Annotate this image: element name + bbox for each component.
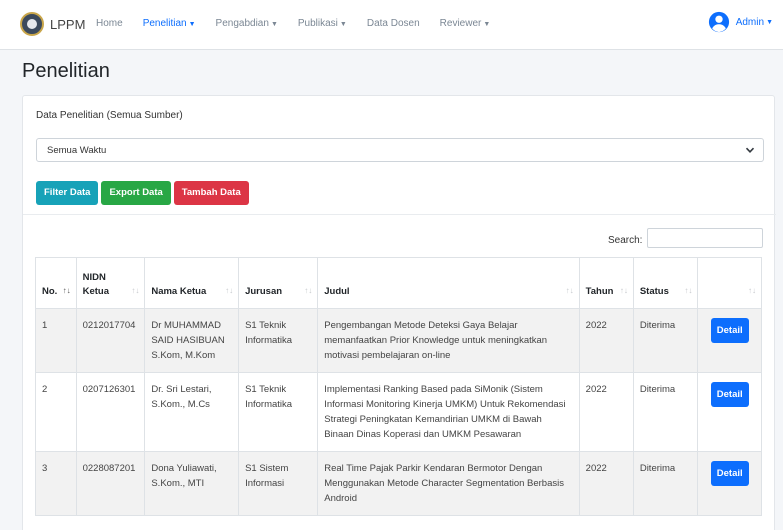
- cell-no: 3: [35, 451, 77, 516]
- nav-item-publikasi[interactable]: Publikasi ▼: [298, 18, 347, 29]
- export-data-button[interactable]: Export Data: [101, 181, 171, 205]
- search-input[interactable]: [647, 228, 763, 248]
- sort-icon: ↑↓: [225, 286, 234, 295]
- sort-icon: ↑↓: [684, 286, 693, 295]
- cell-action: Detail: [697, 308, 762, 373]
- sort-icon: ↑↓: [304, 286, 313, 295]
- caret-down-icon: ▼: [339, 21, 347, 28]
- cell-nidn: 0207126301: [75, 372, 146, 452]
- nav-item-data-dosen[interactable]: Data Dosen: [367, 18, 420, 29]
- cell-nidn: 0228087201: [75, 451, 146, 516]
- cell-jurusan: S1 Sistem Informasi: [238, 451, 319, 516]
- cell-nama: Dr. Sri Lestari, S.Kom., M.Cs: [144, 372, 240, 452]
- nav-item-home[interactable]: Home: [96, 18, 123, 29]
- col-header-action[interactable]: ↑↓: [697, 257, 762, 309]
- col-header-no[interactable]: No. ↑↓: [35, 257, 77, 309]
- cell-status: Diterima: [632, 451, 699, 516]
- sort-icon: ↑↓: [619, 286, 628, 295]
- user-menu[interactable]: Admin ▼: [708, 11, 773, 33]
- cell-jurusan: S1 Teknik Informatika: [238, 372, 319, 452]
- main-nav: Home Penelitian ▼ Pengabdian ▼ Publikasi ▼ …: [96, 18, 510, 29]
- user-name: Admin: [735, 16, 765, 28]
- col-header-jurusan[interactable]: Jurusan ↑↓: [238, 257, 319, 309]
- detail-button[interactable]: Detail: [710, 461, 749, 486]
- cell-tahun: 2022: [578, 372, 634, 452]
- top-navbar: LPPM Home Penelitian ▼ Pengabdian ▼ Publik…: [0, 0, 783, 50]
- caret-down-icon: ▼: [188, 21, 196, 28]
- add-data-button[interactable]: Tambah Data: [173, 181, 249, 205]
- brand[interactable]: LPPM: [20, 12, 85, 36]
- action-buttons: Filter Data Export Data Tambah Data: [36, 181, 252, 205]
- cell-action: Detail: [697, 372, 762, 452]
- user-circle-icon: [708, 11, 729, 33]
- page-title: Penelitian: [22, 60, 110, 82]
- select-value: Semua Waktu: [47, 145, 107, 156]
- nav-item-penelitian[interactable]: Penelitian ▼: [143, 18, 196, 29]
- detail-button[interactable]: Detail: [710, 382, 749, 407]
- sort-icon: ↑↓: [131, 286, 140, 295]
- cell-no: 2: [35, 372, 77, 452]
- caret-down-icon: ▼: [270, 21, 278, 28]
- research-table: No. ↑↓ NIDN Ketua ↑↓ Nama Ketua ↑↓ Jurusan ↑↓…: [35, 257, 762, 516]
- sort-icon: ↑↓: [565, 286, 574, 295]
- cell-nidn: 0212017704: [75, 308, 146, 373]
- col-header-nama[interactable]: Nama Ketua ↑↓: [144, 257, 240, 309]
- cell-judul: Real Time Pajak Parkir Kendaran Bermotor…: [317, 451, 580, 516]
- caret-down-icon: ▼: [483, 21, 491, 28]
- nav-item-pengabdian[interactable]: Pengabdian ▼: [216, 18, 278, 29]
- table-row: 3 0228087201 Dona Yuliawati, S.Kom., MTI…: [35, 451, 762, 516]
- cell-action: Detail: [697, 451, 762, 516]
- sort-asc-icon: ↑↓: [62, 286, 71, 295]
- cell-no: 1: [35, 308, 77, 373]
- nav-item-reviewer[interactable]: Reviewer ▼: [440, 18, 491, 29]
- filter-data-button[interactable]: Filter Data: [36, 181, 99, 205]
- brand-name: LPPM: [50, 16, 86, 32]
- brand-logo-icon: [20, 12, 44, 36]
- cell-jurusan: S1 Teknik Informatika: [238, 308, 319, 373]
- cell-judul: Implementasi Ranking Based pada SiMonik …: [317, 372, 580, 452]
- cell-tahun: 2022: [578, 308, 634, 373]
- search-label: Search:: [608, 235, 643, 246]
- sort-icon: ↑↓: [748, 286, 756, 295]
- cell-nama: Dr MUHAMMAD SAID HASIBUAN S.Kom, M.Kom: [144, 308, 240, 373]
- card-title: Data Penelitian (Semua Sumber): [36, 110, 183, 121]
- cell-tahun: 2022: [578, 451, 634, 516]
- col-header-nidn[interactable]: NIDN Ketua ↑↓: [75, 257, 146, 309]
- cell-nama: Dona Yuliawati, S.Kom., MTI: [144, 451, 240, 516]
- caret-down-icon: ▼: [766, 18, 773, 26]
- time-filter-select[interactable]: Semua Waktu: [36, 138, 764, 162]
- detail-button[interactable]: Detail: [710, 318, 749, 343]
- cell-status: Diterima: [632, 372, 699, 452]
- chevron-down-icon: [745, 147, 755, 153]
- col-header-judul[interactable]: Judul ↑↓: [317, 257, 580, 309]
- table-row: 1 0212017704 Dr MUHAMMAD SAID HASIBUAN S…: [35, 308, 762, 373]
- col-header-tahun[interactable]: Tahun ↑↓: [578, 257, 634, 309]
- divider: [23, 214, 776, 215]
- cell-status: Diterima: [632, 308, 699, 373]
- cell-judul: Pengembangan Metode Deteksi Gaya Belajar…: [317, 308, 580, 373]
- col-header-status[interactable]: Status ↑↓: [632, 257, 699, 309]
- table-row: 2 0207126301 Dr. Sri Lestari, S.Kom., M.…: [35, 372, 762, 452]
- table-header-row: No. ↑↓ NIDN Ketua ↑↓ Nama Ketua ↑↓ Jurusan ↑↓…: [35, 257, 762, 309]
